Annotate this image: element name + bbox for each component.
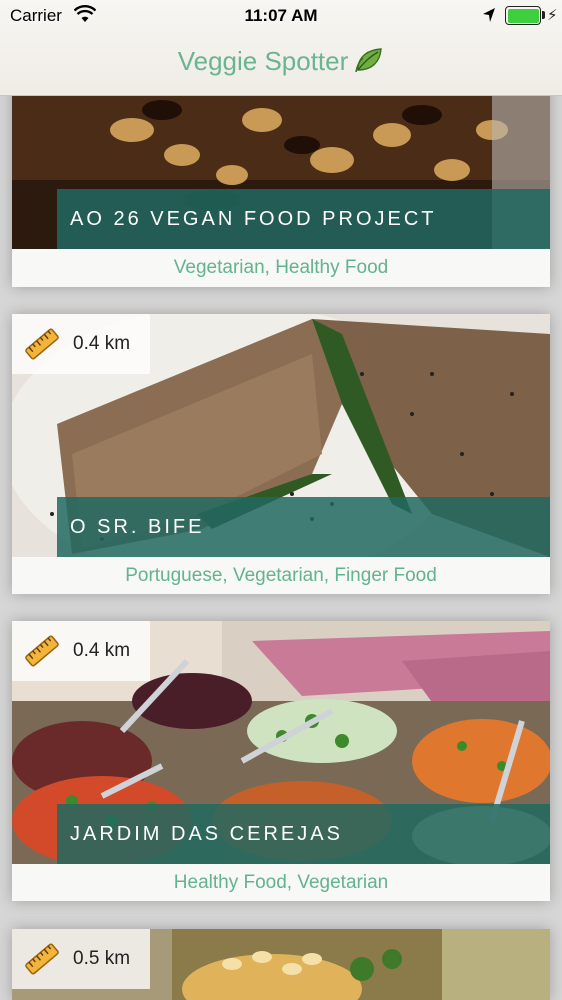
leaf-icon (355, 48, 383, 73)
restaurant-card[interactable]: 0.4 km O SR. BIFE Portuguese, Vegetarian… (12, 314, 550, 594)
restaurant-name: O SR. BIFE (57, 497, 550, 557)
restaurant-tags: Portuguese, Vegetarian, Finger Food (12, 557, 550, 594)
status-bar: Carrier 11:07 AM ⚡ (0, 0, 562, 34)
battery-nub (542, 11, 545, 19)
navigation-bar: Carrier 11:07 AM ⚡ Veggie Spotter (0, 0, 562, 96)
ruler-icon (25, 943, 59, 975)
distance-badge: 0.5 km (12, 929, 150, 989)
distance-text: 0.4 km (73, 640, 131, 661)
app-title: Veggie Spotter (177, 46, 349, 76)
location-arrow-icon (483, 8, 495, 22)
distance-text: 0.4 km (73, 333, 131, 354)
distance-text: 0.5 km (73, 948, 131, 969)
charging-icon: ⚡ (547, 7, 558, 24)
restaurant-card[interactable]: 0.5 km (12, 929, 550, 1000)
restaurant-card[interactable]: 0.4 km JARDIM DAS CEREJAS Healthy Food, … (12, 621, 550, 901)
restaurant-tags: Vegetarian, Healthy Food (12, 249, 550, 287)
battery-icon (505, 6, 541, 25)
ruler-icon (25, 635, 59, 667)
battery-fill (507, 8, 539, 23)
distance-badge: 0.4 km (12, 621, 150, 681)
restaurant-name: AO 26 VEGAN FOOD PROJECT (57, 189, 550, 249)
status-time: 11:07 AM (244, 6, 318, 25)
ruler-icon (25, 328, 59, 360)
restaurant-tags: Healthy Food, Vegetarian (12, 864, 550, 901)
nav-title: Veggie Spotter (0, 46, 562, 77)
restaurant-name: JARDIM DAS CEREJAS (57, 804, 550, 864)
distance-badge: 0.4 km (12, 314, 150, 374)
